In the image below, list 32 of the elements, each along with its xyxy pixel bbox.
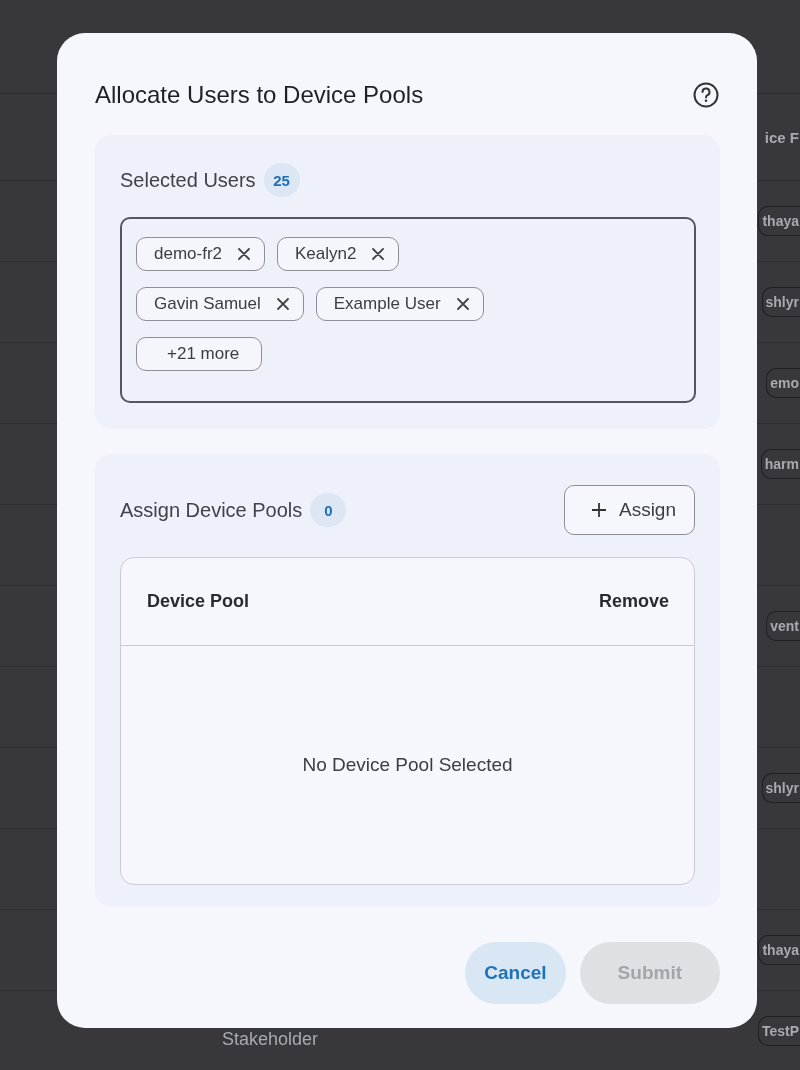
section-label: Selected Users <box>120 168 256 192</box>
empty-message: No Device Pool Selected <box>302 754 513 776</box>
tag-chip: TestP <box>757 1016 800 1046</box>
dialog-title: Allocate Users to Device Pools <box>95 81 424 109</box>
close-icon[interactable] <box>236 246 253 262</box>
close-icon[interactable] <box>274 296 291 312</box>
section-label: Assign Device Pools <box>120 498 303 522</box>
column-header: Device Pool <box>147 591 250 612</box>
tag-chip: harm <box>760 449 800 479</box>
table-cell: Stakeholder <box>222 1029 319 1050</box>
user-chip[interactable]: Kealyn2 <box>277 237 400 271</box>
close-icon[interactable] <box>454 296 471 312</box>
more-chip[interactable]: +21 more <box>136 337 263 371</box>
count-badge: 0 <box>310 493 347 527</box>
help-icon[interactable] <box>692 81 720 109</box>
assign-button[interactable]: Assign <box>563 485 695 535</box>
tag-chip: emo <box>766 368 800 398</box>
tag-chip: shlyr <box>761 287 800 317</box>
user-chip[interactable]: Gavin Samuel <box>136 287 304 321</box>
user-chip[interactable]: Example User <box>315 287 484 321</box>
user-chip[interactable]: demo-fr2 <box>136 237 266 271</box>
user-select-field[interactable]: demo-fr2 Kealyn2 Gavin Samuel Example User +21 more <box>120 217 696 403</box>
tag-chip: thaya <box>758 206 800 236</box>
cancel-button[interactable]: Cancel <box>465 942 566 1004</box>
plus-icon <box>590 502 607 518</box>
column-header: ice F <box>764 128 800 146</box>
close-icon[interactable] <box>370 246 387 262</box>
tag-chip: thaya <box>758 935 800 965</box>
tag-chip: shlyr <box>761 773 800 803</box>
column-header: Remove <box>598 591 669 612</box>
count-badge: 25 <box>263 163 300 197</box>
tag-chip: vent <box>766 611 800 641</box>
